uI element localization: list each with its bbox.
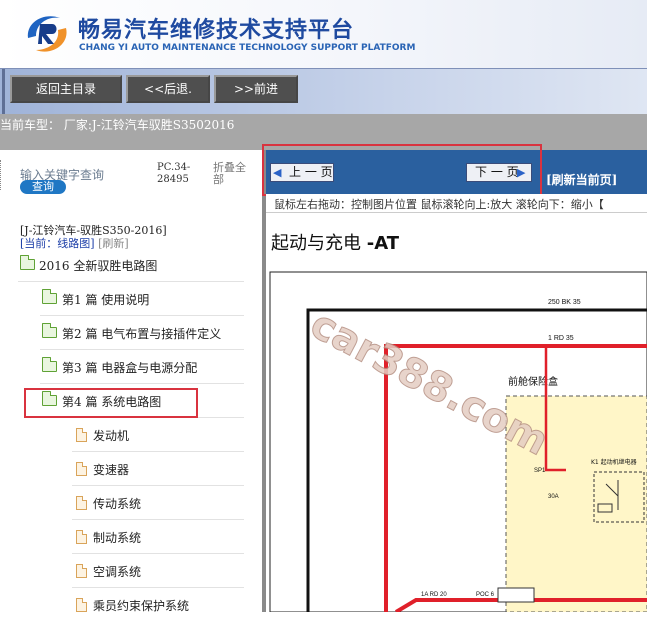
connector-label: POC 6	[476, 592, 495, 598]
tree-item-label: 发动机	[93, 429, 130, 443]
tree-item-engine[interactable]: 发动机	[72, 420, 244, 452]
folder-icon	[41, 357, 57, 372]
diagram-title-suffix: -AT	[366, 233, 400, 254]
diagram-title-text: 起动与充电	[271, 233, 367, 254]
home-button[interactable]: 返回主目录	[10, 75, 122, 103]
document-icon	[76, 530, 87, 544]
app-header: 畅易汽车维修技术支持平台 CHANG YI AUTO MAINTENANCE T…	[0, 0, 647, 68]
toolbar: 返回主目录 <<后退. >>前进	[0, 68, 647, 115]
forward-button[interactable]: >>前进	[214, 75, 298, 103]
pc-code: PC.34-28495	[157, 162, 191, 185]
panel-grip	[0, 160, 4, 190]
document-icon	[76, 462, 87, 476]
document-icon	[76, 564, 87, 578]
fuse-label: SP1	[534, 468, 546, 474]
fuse-box-label: 前舱保险盒	[508, 375, 558, 388]
tree-item-label: 制动系统	[93, 531, 142, 545]
highlight-box	[262, 144, 542, 196]
tree-item-part3[interactable]: 第3 篇 电器盒与电源分配	[40, 352, 244, 384]
tree-refresh-link[interactable]: [刷新]	[98, 237, 129, 250]
tree-item-label: 乘员约束保护系统	[93, 599, 190, 613]
tree-item-part2[interactable]: 第2 篇 电气布置与接插件定义	[40, 318, 244, 350]
folder-icon	[41, 323, 57, 338]
document-icon	[76, 496, 87, 510]
wire-label: 1 RD 35	[548, 335, 574, 342]
tree-vehicle: [J-江铃汽车-驭胜S350-2016]	[20, 224, 167, 237]
tree-item-ac[interactable]: 空调系统	[72, 556, 244, 588]
left-panel: 输入关键字查询 查询 PC.34-28495 折叠全部 [J-江铃汽车-驭胜S3…	[0, 150, 262, 613]
wiring-diagram[interactable]: 250 BK 35 1 RD 35 前舱保险盒 SP1 30A K1 起动机继电…	[266, 260, 647, 612]
search-button[interactable]: 查询	[20, 180, 66, 194]
tree-item-label: 2016 全新驭胜电路图	[39, 259, 158, 273]
tree-item-label: 传动系统	[93, 497, 142, 511]
toolbar-handle[interactable]	[2, 69, 5, 115]
tree-item-label: 第1 篇 使用说明	[62, 293, 150, 307]
back-button[interactable]: <<后退.	[126, 75, 210, 103]
tree-item-label: 空调系统	[93, 565, 142, 579]
tree-info: [J-江铃汽车-驭胜S350-2016] [当前：线路图] [刷新]	[20, 224, 167, 250]
current-vehicle: 当前车型： 厂家:J-江铃汽车驭胜S3502016	[0, 118, 235, 132]
tree-location[interactable]: [当前：线路图]	[20, 237, 95, 250]
tree-item-label: 变速器	[93, 463, 130, 477]
app-title: 畅易汽车维修技术支持平台	[78, 18, 355, 43]
collapse-all-link[interactable]: 折叠全部	[213, 162, 253, 186]
tree-item-drivetrain[interactable]: 传动系统	[72, 488, 244, 520]
document-icon	[76, 598, 87, 612]
hint-bar: 鼠标左右拖动：控制图片位置 鼠标滚轮向上:放大 滚轮向下：缩小【	[266, 194, 647, 213]
tree-item-root[interactable]: 2016 全新驭胜电路图	[18, 250, 244, 282]
tree-item-transmission[interactable]: 变速器	[72, 454, 244, 486]
refresh-page-link[interactable]: [刷新当前页]	[546, 171, 617, 188]
fuse-rating: 30A	[548, 494, 559, 500]
tree-item-brakes[interactable]: 制动系统	[72, 522, 244, 554]
folder-icon	[41, 289, 57, 304]
usage-hint: 鼠标左右拖动：控制图片位置 鼠标滚轮向上:放大 滚轮向下：缩小【	[274, 198, 604, 211]
document-icon	[76, 428, 87, 442]
diagram-title: 起动与充电 -AT	[271, 229, 399, 255]
app-subtitle: CHANG YI AUTO MAINTENANCE TECHNOLOGY SUP…	[79, 43, 416, 53]
tree-item-part1[interactable]: 第1 篇 使用说明	[40, 284, 244, 316]
relay-label: K1 起动机继电器	[591, 458, 637, 466]
logo-icon	[27, 16, 67, 52]
tree-item-label: 第2 篇 电气布置与接插件定义	[62, 327, 222, 341]
folder-icon	[19, 255, 35, 270]
tree-item-restraint[interactable]: 乘员约束保护系统	[72, 590, 244, 622]
wire-label: 250 BK 35	[548, 299, 581, 306]
wire-label: 1A RD 20	[421, 592, 447, 598]
highlight-box	[24, 388, 198, 418]
tree-item-label: 第3 篇 电器盒与电源分配	[62, 361, 198, 375]
